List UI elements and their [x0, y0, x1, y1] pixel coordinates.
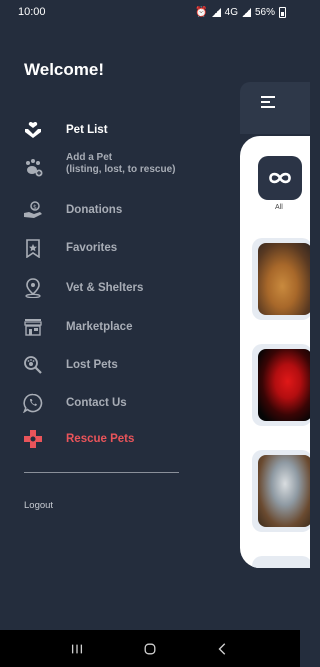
pet-photo-dog [258, 243, 310, 315]
store-icon [22, 316, 44, 338]
menu-label: Pet List [66, 124, 108, 136]
back-icon [218, 642, 226, 655]
status-bar: 10:00 ⏰ 4G 56% [0, 0, 300, 24]
hamburger-menu-icon[interactable] [261, 96, 275, 111]
menu-label: Donations [66, 204, 123, 216]
status-time: 10:00 [18, 6, 46, 18]
menu-label-line1: Add a Pet [66, 152, 113, 163]
logout-link[interactable]: Logout [24, 500, 53, 511]
menu-label: Favorites [66, 242, 118, 254]
menu-item-vet-shelters[interactable]: Vet & Shelters [22, 277, 222, 299]
menu-label: Marketplace [66, 321, 133, 333]
rescue-cross-icon [22, 428, 44, 450]
hand-coin-icon: $ [22, 199, 44, 221]
whatsapp-icon [22, 392, 44, 414]
menu-label: Vet & Shelters [66, 282, 144, 294]
drawer-divider [24, 472, 179, 473]
category-all-tile[interactable] [258, 156, 302, 200]
menu-label-add-pet: Add a Pet (listing, lost, to rescue) [66, 152, 175, 176]
menu-item-pet-list[interactable]: Pet List [22, 119, 222, 141]
menu-item-donations[interactable]: $ Donations [22, 199, 222, 221]
bookmark-star-icon [22, 237, 44, 259]
welcome-heading: Welcome! [24, 60, 104, 79]
alarm-icon: ⏰ [195, 6, 208, 18]
menu-item-add-pet[interactable]: Add a Pet (listing, lost, to rescue) [22, 152, 222, 179]
menu-item-rescue-pets[interactable]: Rescue Pets [22, 428, 222, 450]
main-screen-preview[interactable]: All [240, 82, 310, 572]
back-button[interactable] [213, 639, 233, 659]
battery-percent: 56% [254, 6, 275, 18]
menu-item-marketplace[interactable]: Marketplace [22, 316, 222, 338]
pet-card-dog[interactable] [252, 238, 310, 320]
location-pin-icon [22, 277, 44, 299]
home-button[interactable] [140, 639, 160, 659]
recent-apps-icon [71, 644, 82, 653]
menu-label: Rescue Pets [66, 433, 135, 445]
network-type: 4G [224, 6, 238, 18]
paw-add-icon [22, 157, 44, 179]
status-icons: ⏰ 4G 56% [195, 6, 286, 18]
signal-icon [211, 7, 221, 17]
menu-item-lost-pets[interactable]: Lost Pets [22, 354, 222, 376]
pet-card-fish[interactable] [252, 344, 310, 426]
recent-apps-button[interactable] [67, 639, 87, 659]
menu-label: Contact Us [66, 397, 127, 409]
pet-photo-fish [258, 349, 310, 421]
pet-photo-bird [258, 455, 310, 527]
menu-item-contact-us[interactable]: Contact Us [22, 392, 222, 414]
menu-label: Lost Pets [66, 359, 118, 371]
pet-card-bird[interactable] [252, 450, 310, 532]
category-label: All [275, 204, 283, 211]
infinity-icon [269, 172, 291, 184]
pet-card-partial[interactable] [252, 556, 310, 568]
preview-header [240, 82, 310, 134]
hand-heart-icon [22, 119, 44, 141]
menu-label-line2: (listing, lost, to rescue) [66, 164, 176, 175]
search-paw-icon [22, 354, 44, 376]
home-icon [144, 643, 156, 654]
signal-strength-icon [241, 7, 251, 17]
system-nav-bar [0, 630, 300, 667]
battery-icon [279, 6, 286, 18]
svg-text:$: $ [33, 204, 37, 211]
menu-item-favorites[interactable]: Favorites [22, 237, 222, 259]
preview-content: All [240, 136, 310, 568]
